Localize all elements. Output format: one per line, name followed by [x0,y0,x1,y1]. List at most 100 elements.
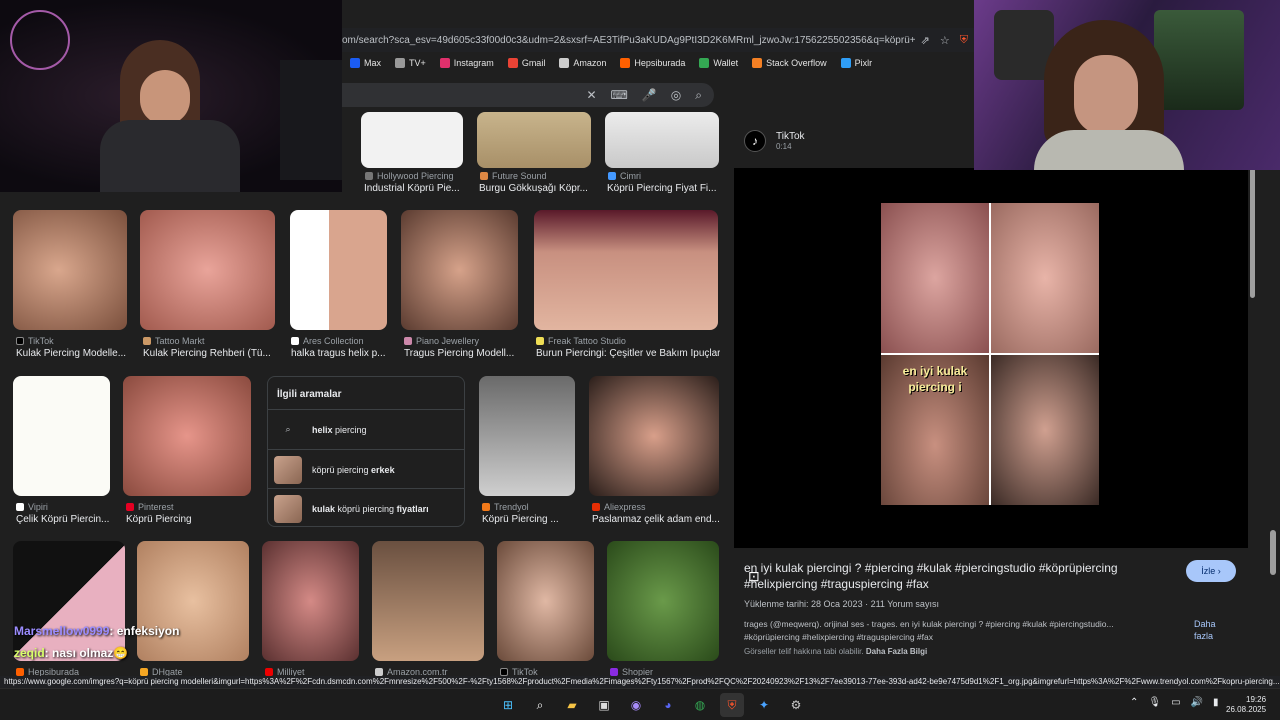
search-icon[interactable]: ⌕ [528,693,552,717]
result-source: Hollywood Piercing [365,171,454,181]
search-box[interactable]: ✕ ⌨ 🎤 ◎ ⌕ [342,83,714,107]
preview-media[interactable]: en iyi kulak piercing i ⊡ [734,168,1248,584]
bookmark-item[interactable]: Amazon [559,58,606,68]
result-thumb[interactable] [290,210,387,330]
related-searches: İlgili aramalar ⌕ helix piercing köprü p… [267,376,465,527]
bookmark-icon [507,58,518,68]
learn-more-link[interactable]: Daha Fazla Bilgi [866,647,927,656]
result-thumb[interactable] [123,376,251,496]
star-icon[interactable]: ☆ [940,34,950,47]
preview-brand[interactable]: TikTok [776,131,805,142]
result-title[interactable]: Kulak Piercing Modelle... [16,348,126,359]
related-item[interactable]: ⌕ helix piercing [268,409,464,449]
discord-icon[interactable]: ◕ [656,693,680,717]
bookmark-icon [395,58,406,68]
result-thumb[interactable] [262,541,359,661]
chrome-icon[interactable]: ◍ [688,693,712,717]
result-title[interactable]: Köprü Piercing ... [482,514,576,525]
result-title[interactable]: Çelik Köprü Piercin... [16,514,111,525]
result-title[interactable]: Industrial Köprü Pie... [364,183,464,194]
network-icon[interactable]: ▭ [1171,697,1180,708]
result-thumb[interactable] [477,112,591,168]
status-url: https://www.google.com/imgres?q=köprü pi… [0,676,1280,688]
result-thumb[interactable] [497,541,594,661]
result-thumb[interactable] [372,541,484,661]
result-title[interactable]: Burun Piercingi: Çeşitler ve Bakım İpuçl… [536,348,720,359]
bookmark-item[interactable]: Hepsiburada [620,58,685,68]
battery-icon[interactable]: ▮ [1213,697,1219,708]
store-icon[interactable]: ▣ [592,693,616,717]
result-thumb[interactable] [589,376,719,496]
url-text[interactable]: om/search?sca_esv=49d605c33f00d0c3&udm=2… [342,35,915,46]
result-title[interactable]: Paslanmaz çelik adam end... [592,514,720,525]
chat-message: zeqid: nası olmaz😁 [14,646,129,660]
clear-icon[interactable]: ✕ [586,88,596,102]
share-icon[interactable]: ⇗ [921,34,930,47]
page-scrollbar[interactable] [1270,530,1276,575]
related-label: helix piercing [312,424,367,435]
bookmark-icon [350,58,360,68]
related-label: kulak köprü piercing fiyatları [312,503,429,514]
result-title[interactable]: Kulak Piercing Rehberi (Tü... [143,348,273,359]
result-title[interactable]: Tragus Piercing Modell... [404,348,516,359]
volume-icon[interactable]: 🔊 [1191,697,1203,708]
steam-icon[interactable]: ⚙ [784,693,808,717]
bookmark-icon [699,58,710,68]
copyright-notice: Görseller telif hakkına tabi olabilir. D… [744,647,928,656]
bookmark-item[interactable]: Pixlr [840,58,872,68]
brave-shield-icon[interactable]: ⛨ [960,34,968,47]
mic-icon[interactable]: 🎤 [642,88,657,102]
taskbar: ⊞ ⌕ ▰ ▣ ◉ ◕ ◍ ⛨ ✦ ⚙ ⌃ 🎙 ▭ 🔊 ▮ 19:26 26.0… [0,688,1280,720]
address-bar[interactable]: om/search?sca_esv=49d605c33f00d0c3&udm=2… [342,28,974,52]
bookmark-item[interactable]: Gmail [507,58,545,68]
chevron-up-icon[interactable]: ⌃ [1130,697,1138,708]
result-title[interactable]: Burgu Gökkuşağı Köpr... [479,183,589,194]
bookmark-item[interactable]: Max [350,58,381,68]
result-thumb[interactable] [13,376,110,496]
bookmark-item[interactable]: TV+ [395,58,426,68]
preview-image[interactable]: en iyi kulak piercing i [881,203,1099,505]
visit-button[interactable]: İzle › [1186,560,1236,582]
related-item[interactable]: köprü piercing erkek [268,449,464,489]
clock[interactable]: 19:26 26.08.2025 [1226,695,1266,715]
result-thumb[interactable] [361,112,463,168]
clock-date: 26.08.2025 [1226,705,1267,714]
result-thumb[interactable] [140,210,275,330]
mic-icon[interactable]: 🎙 [1148,697,1161,708]
preview-meta: Yüklenme tarihi: 28 Oca 2023 · 211 Yorum… [744,599,939,609]
windows-start-icon[interactable]: ⊞ [496,693,520,717]
keyboard-icon[interactable]: ⌨ [611,88,628,102]
preview-duration: 0:14 [776,142,792,151]
result-title[interactable]: Köprü Piercing [126,514,251,525]
result-thumb[interactable] [534,210,718,330]
result-title[interactable]: Köprü Piercing Fiyat Fi... [607,183,719,194]
lens-icon[interactable]: ◎ [671,88,681,102]
bookmark-item[interactable]: Instagram [439,58,494,68]
result-thumb[interactable] [13,210,127,330]
file-explorer-icon[interactable]: ▰ [560,693,584,717]
result-thumb[interactable] [401,210,518,330]
result-thumb[interactable] [479,376,575,496]
result-source: Pinterest [126,502,174,512]
app-icon[interactable]: ✦ [752,693,776,717]
result-thumb[interactable] [605,112,719,168]
more-button[interactable]: Daha fazla [1194,618,1230,642]
bookmark-item[interactable]: Wallet [699,58,738,68]
preview-title[interactable]: en iyi kulak piercingi ? #piercing #kula… [744,560,1164,592]
bookmark-item[interactable]: Stack Overflow [752,58,827,68]
preview-scrollbar[interactable] [1250,118,1256,678]
result-source: Ares Collection [291,336,364,346]
bookmark-label: Amazon [573,58,607,68]
app-icon[interactable]: ◉ [624,693,648,717]
webcam-overlay-right [974,0,1280,170]
related-item[interactable]: kulak köprü piercing fiyatları [268,488,464,528]
bookmark-label: Hepsiburada [634,58,686,68]
result-thumb[interactable] [607,541,719,661]
clock-time: 19:26 [1246,695,1267,704]
related-heading: İlgili aramalar [277,389,342,400]
brave-icon[interactable]: ⛨ [720,693,744,717]
search-icon[interactable]: ⌕ [695,88,702,103]
result-source: Future Sound [480,171,547,181]
result-title[interactable]: halka tragus helix p... [291,348,387,359]
preview-header: ♪ TikTok 0:14 [744,130,805,152]
